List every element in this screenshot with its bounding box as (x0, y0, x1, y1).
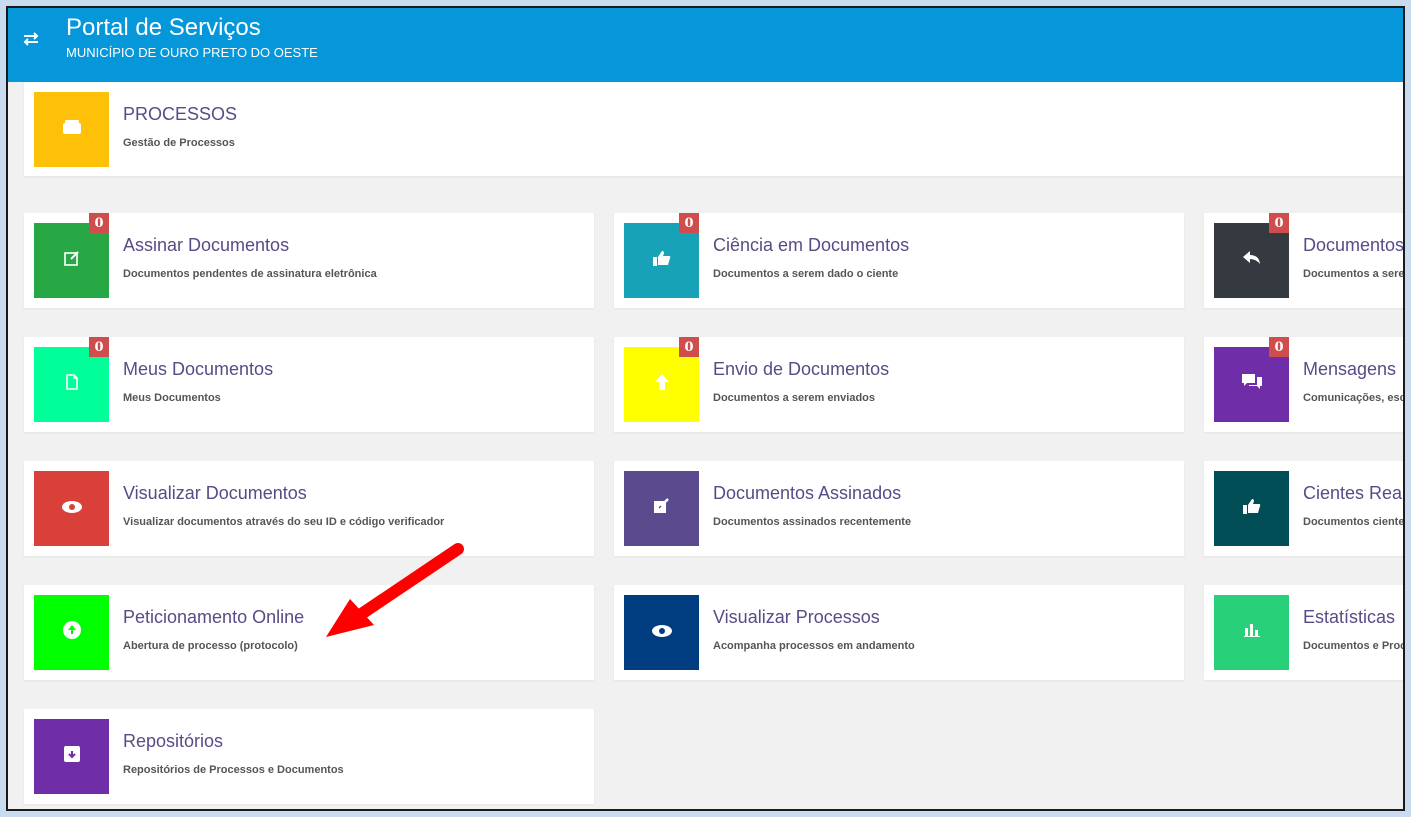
card-title: Envio de Documentos (713, 359, 890, 379)
card-desc: Documentos a serem dado o ciente (713, 268, 899, 280)
card-desc: Documentos pendentes de assinatura eletr… (123, 268, 377, 280)
card-title: Visualizar Documentos (123, 483, 307, 503)
signed-edit-icon (653, 498, 670, 519)
card-title: Assinar Documentos (123, 235, 290, 255)
eye-icon (61, 500, 82, 518)
card-processos[interactable]: PROCESSOS Gestão de Processos (24, 82, 1403, 176)
eye-icon (651, 624, 672, 642)
count-badge: 0 (89, 213, 109, 233)
card-title: Estatísticas (1303, 607, 1396, 627)
card-icon-box (34, 347, 109, 422)
card-icon-box (1214, 595, 1289, 670)
card-visualizar-processos[interactable]: Visualizar Processos Acompanha processos… (614, 585, 1184, 680)
card-desc: Documentos assinados recentemente (713, 516, 912, 528)
annotation-arrow-icon (326, 541, 476, 646)
card-icon-box (34, 719, 109, 794)
card-documentos-assinados[interactable]: Documentos Assinados Documentos assinado… (614, 461, 1184, 556)
card-cientes-realizados[interactable]: Cientes Rea Documentos ciente (1204, 461, 1405, 556)
card-documentos-devolvidos[interactable]: 0 Documentos Documentos a sere (1204, 213, 1405, 308)
count-badge: 0 (679, 337, 699, 357)
card-title: Peticionamento Online (123, 607, 305, 627)
card-meus-documentos[interactable]: 0 Meus Documentos Meus Documentos (24, 337, 594, 432)
card-desc: Documentos a sere (1303, 268, 1405, 280)
card-mensagens[interactable]: 0 Mensagens Comunicações, esc (1204, 337, 1405, 432)
card-desc: Repositórios de Processos e Documentos (123, 764, 344, 776)
card-title: Documentos (1303, 235, 1405, 255)
edit-icon (63, 250, 80, 271)
card-estatisticas[interactable]: Estatísticas Documentos e Proc (1204, 585, 1405, 680)
card-desc: Acompanha processos em andamento (713, 640, 915, 652)
card-title: PROCESSOS (123, 104, 238, 124)
chat-icon (1241, 374, 1262, 395)
page-title: Portal de Serviços (66, 14, 261, 41)
card-title: Repositórios (123, 731, 224, 751)
folder-icon (62, 120, 81, 139)
cloud-upload-icon (62, 621, 81, 644)
card-desc: Documentos ciente (1303, 516, 1405, 528)
archive-icon (63, 746, 80, 767)
count-badge: 0 (679, 213, 699, 233)
card-desc: Gestão de Processos (123, 137, 235, 149)
card-desc: Abertura de processo (protocolo) (123, 640, 298, 652)
card-icon-box (624, 223, 699, 298)
card-icon-box (1214, 347, 1289, 422)
card-icon-box (34, 92, 109, 167)
card-desc: Visualizar documentos através do seu ID … (123, 516, 445, 528)
thumbs-up-icon (1242, 498, 1261, 519)
card-desc: Meus Documentos (123, 392, 221, 404)
card-icon-box (1214, 471, 1289, 546)
upload-arrow-icon (654, 374, 669, 395)
card-title: Ciência em Documentos (713, 235, 910, 255)
card-icon-box (624, 595, 699, 670)
card-desc: Documentos a serem enviados (713, 392, 876, 404)
count-badge: 0 (1269, 213, 1289, 233)
page-subtitle: MUNICÍPIO DE OURO PRETO DO OESTE (66, 45, 318, 60)
bar-chart-icon (1243, 623, 1260, 642)
card-repositorios[interactable]: Repositórios Repositórios de Processos e… (24, 709, 594, 804)
card-envio-documentos[interactable]: 0 Envio de Documentos Documentos a serem… (614, 337, 1184, 432)
card-icon-box (624, 347, 699, 422)
card-ciencia-documentos[interactable]: 0 Ciência em Documentos Documentos a ser… (614, 213, 1184, 308)
file-icon (65, 374, 78, 395)
thumbs-up-icon (652, 250, 671, 271)
card-peticionamento-online[interactable]: Peticionamento Online Abertura de proces… (24, 585, 594, 680)
card-assinar-documentos[interactable]: 0 Assinar Documentos Documentos pendente… (24, 213, 594, 308)
card-icon-box (34, 471, 109, 546)
card-icon-box (34, 595, 109, 670)
card-desc: Documentos e Proc (1303, 640, 1405, 652)
card-icon-box (1214, 223, 1289, 298)
card-title: Cientes Rea (1303, 483, 1403, 503)
card-icon-box (34, 223, 109, 298)
card-title: Documentos Assinados (713, 483, 902, 503)
card-title: Mensagens (1303, 359, 1397, 379)
card-title: Visualizar Processos (713, 607, 880, 627)
reply-icon (1242, 251, 1261, 270)
card-title: Meus Documentos (123, 359, 274, 379)
card-desc: Comunicações, esc (1303, 392, 1405, 404)
app-frame: Portal de Serviços MUNICÍPIO DE OURO PRE… (6, 6, 1405, 811)
count-badge: 0 (89, 337, 109, 357)
card-visualizar-documentos[interactable]: Visualizar Documentos Visualizar documen… (24, 461, 594, 556)
header-bar: Portal de Serviços MUNICÍPIO DE OURO PRE… (8, 8, 1403, 82)
count-badge: 0 (1269, 337, 1289, 357)
swap-arrows-icon[interactable] (20, 28, 42, 50)
card-icon-box (624, 471, 699, 546)
